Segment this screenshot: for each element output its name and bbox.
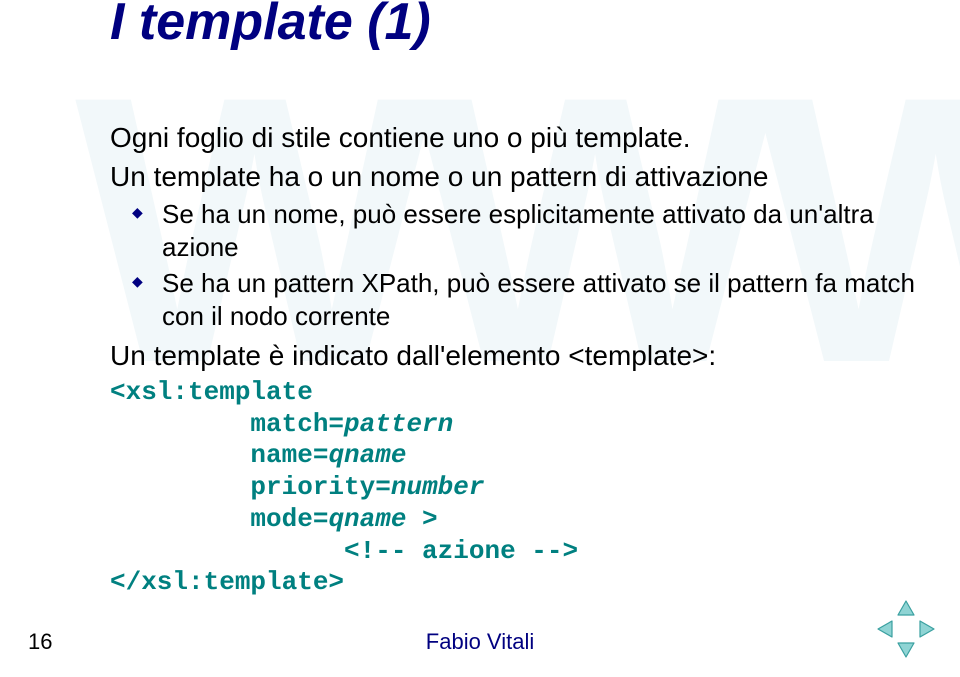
code-line: </xsl:template> [110, 567, 344, 597]
code-line: mode=qname > [110, 504, 438, 534]
list-item: Se ha un pattern XPath, può essere attiv… [132, 267, 920, 332]
slide-body: Ogni foglio di stile contiene uno o più … [110, 0, 920, 599]
code-line: <xsl:template [110, 377, 313, 407]
paragraph-1: Ogni foglio di stile contiene uno o più … [110, 120, 920, 155]
page-number: 16 [28, 629, 52, 655]
code-block: <xsl:template match=pattern name=qname p… [110, 377, 920, 599]
bullet-list: Se ha un nome, può essere esplicitamente… [132, 198, 920, 332]
slide-content: I template (1) Ogni foglio di stile cont… [0, 0, 960, 599]
author-name: Fabio Vitali [426, 629, 534, 655]
code-line: <!-- azione --> [110, 536, 578, 566]
nav-arrows-icon[interactable] [876, 599, 936, 659]
paragraph-3: Un template è indicato dall'elemento <te… [110, 338, 920, 373]
page-title: I template (1) [110, 0, 431, 52]
code-line: name=qname [110, 440, 406, 470]
code-line: priority=number [110, 472, 484, 502]
list-item: Se ha un nome, può essere esplicitamente… [132, 198, 920, 263]
code-line: match=pattern [110, 409, 453, 439]
paragraph-2: Un template ha o un nome o un pattern di… [110, 159, 920, 194]
